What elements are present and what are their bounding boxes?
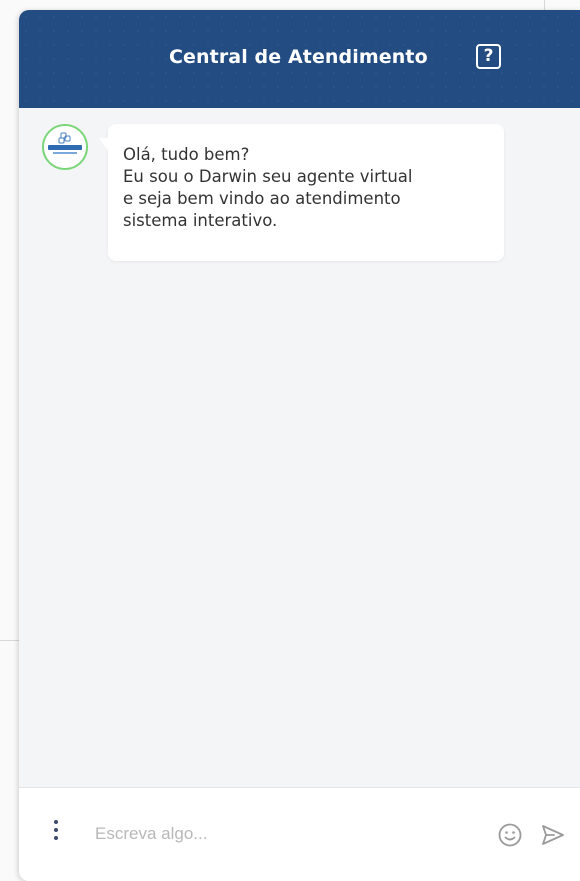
chat-header: Central de Atendimento ? — [19, 10, 580, 108]
background-divider — [0, 640, 20, 641]
message-text: Olá, tudo bem? Eu sou o Darwin seu agent… — [123, 144, 495, 232]
chat-title: Central de Atendimento — [169, 46, 428, 68]
message-line: Olá, tudo bem? — [123, 145, 250, 164]
smiley-icon[interactable] — [497, 822, 523, 848]
message-bubble: Olá, tudo bem? Eu sou o Darwin seu agent… — [99, 124, 504, 261]
support-bot-avatar-icon — [42, 124, 88, 170]
message-composer — [19, 787, 580, 881]
message-line: Eu sou o Darwin seu agente virtual — [123, 167, 413, 186]
message-input[interactable] — [95, 818, 475, 850]
message-line: e seja bem vindo ao atendimento — [123, 189, 401, 208]
help-button[interactable]: ? — [476, 44, 501, 69]
message-line: sistema interativo. — [123, 211, 278, 230]
chat-widget: Central de Atendimento ? Olá, tudo bem? … — [19, 10, 580, 881]
vertical-dots-icon[interactable] — [49, 820, 63, 844]
send-arrow-icon[interactable] — [540, 822, 566, 848]
